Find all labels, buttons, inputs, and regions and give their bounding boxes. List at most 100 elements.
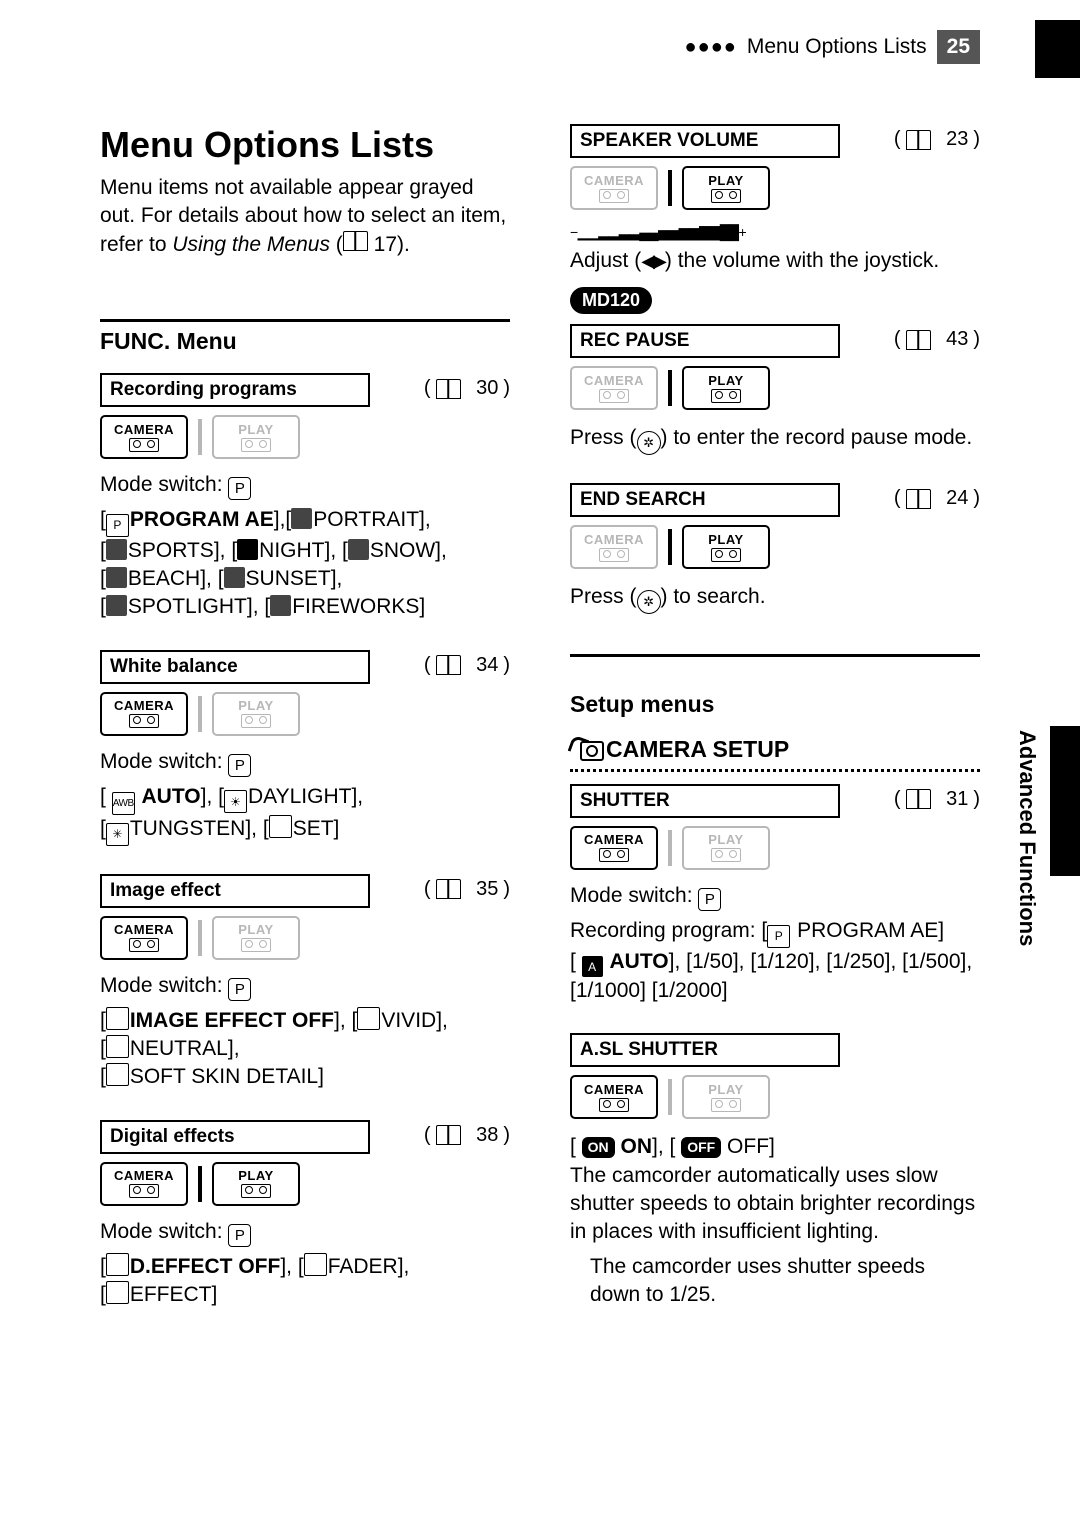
white-balance-options: [ AWB AUTO], [☀DAYLIGHT], [✳TUNGSTEN], […: [100, 783, 510, 846]
portrait-icon: [291, 508, 312, 529]
tape-icon: [599, 189, 629, 203]
set-button-icon: ✲: [637, 431, 661, 455]
camera-play-indicator: CAMERA PLAY: [100, 692, 510, 736]
book-icon: [906, 330, 931, 350]
fader-icon: [304, 1253, 327, 1276]
set-wb-icon: [269, 815, 292, 838]
snow-icon: [348, 539, 369, 560]
end-search-text: Press (✲) to search.: [570, 583, 980, 614]
left-right-arrows-icon: ◀▶: [641, 251, 665, 271]
tape-icon: [241, 1184, 271, 1198]
camera-mode-badge: CAMERA: [570, 826, 658, 870]
shutter-recording-program: Recording program: [P PROGRAM AE]: [570, 917, 980, 948]
intro-text: Menu items not available appear grayed o…: [100, 174, 510, 259]
camera-mode-badge: CAMERA: [570, 1075, 658, 1119]
tape-icon: [241, 938, 271, 952]
book-icon: [343, 231, 368, 251]
black-tab-top: [1035, 20, 1080, 78]
camera-mode-badge: CAMERA: [100, 916, 188, 960]
book-icon: [436, 1125, 461, 1145]
program-ae-icon: P: [767, 925, 790, 948]
rec-pause-page-ref: ( 43): [894, 328, 980, 351]
tape-icon: [241, 438, 271, 452]
mode-switch-line: Mode switch: P: [100, 750, 510, 777]
camera-play-indicator: CAMERA PLAY: [570, 1075, 980, 1119]
auto-icon: A: [582, 956, 603, 977]
tape-icon: [711, 1098, 741, 1112]
deffect-off-icon: [106, 1253, 129, 1276]
p-box-icon: P: [228, 754, 251, 777]
side-label: Advanced Functions: [1014, 730, 1040, 946]
awb-icon: AWB: [112, 792, 135, 815]
play-mode-badge-disabled: PLAY: [682, 826, 770, 870]
tape-icon: [711, 548, 741, 562]
speaker-volume-text: Adjust (◀▶) the volume with the joystick…: [570, 247, 980, 275]
speaker-volume-label: SPEAKER VOLUME: [570, 124, 840, 158]
sports-icon: [106, 539, 127, 560]
book-icon: [436, 879, 461, 899]
camera-mode-badge-disabled: CAMERA: [570, 525, 658, 569]
tape-icon: [129, 438, 159, 452]
tungsten-icon: ✳: [106, 823, 129, 846]
tape-icon: [599, 389, 629, 403]
recording-programs-label: Recording programs: [100, 373, 370, 407]
shutter-options: [ A AUTO], [1/50], [1/120], [1/250], [1/…: [570, 948, 980, 1006]
vivid-icon: [357, 1007, 380, 1030]
play-mode-badge: PLAY: [682, 166, 770, 210]
shutter-page-ref: ( 31): [894, 788, 980, 811]
digital-effects-label: Digital effects: [100, 1120, 370, 1154]
tape-icon: [599, 1098, 629, 1112]
tape-icon: [129, 938, 159, 952]
camera-mode-badge-disabled: CAMERA: [570, 166, 658, 210]
camera-mode-badge: CAMERA: [100, 415, 188, 459]
speaker-volume-page-ref: ( 23): [894, 128, 980, 151]
white-balance-page-ref: ( 34): [424, 654, 510, 677]
asl-shutter-options: [ ON ON], [ OFF OFF]: [570, 1133, 980, 1161]
daylight-icon: ☀: [224, 790, 247, 813]
camera-setup-heading: CAMERA SETUP: [570, 736, 980, 763]
main-title: Menu Options Lists: [100, 124, 510, 166]
camera-play-indicator: CAMERA PLAY: [100, 415, 510, 459]
model-badge: MD120: [570, 287, 652, 314]
header-title: Menu Options Lists: [747, 35, 927, 59]
tape-icon: [599, 848, 629, 862]
effect-icon: [106, 1281, 129, 1304]
shutter-label: SHUTTER: [570, 784, 840, 818]
play-mode-badge-disabled: PLAY: [212, 916, 300, 960]
play-mode-badge-disabled: PLAY: [212, 692, 300, 736]
rec-pause-text: Press (✲) to enter the record pause mode…: [570, 424, 980, 455]
image-effect-options: [IMAGE EFFECT OFF], [VIVID], [NEUTRAL], …: [100, 1007, 510, 1092]
p-box-icon: P: [228, 477, 251, 500]
play-mode-badge: PLAY: [682, 525, 770, 569]
book-icon: [436, 655, 461, 675]
top-header: ●●●● Menu Options Lists 25: [100, 30, 980, 64]
camera-play-indicator: CAMERA PLAY: [570, 366, 980, 410]
camera-mode-badge: CAMERA: [100, 1162, 188, 1206]
on-badge-icon: ON: [582, 1137, 615, 1158]
p-box-icon: P: [228, 978, 251, 1001]
tape-icon: [711, 389, 741, 403]
camera-play-indicator: CAMERA PLAY: [570, 166, 980, 210]
asl-shutter-note: The camcorder uses shutter speeds down t…: [590, 1253, 980, 1310]
recording-programs-page-ref: ( 30): [424, 377, 510, 400]
digital-effects-options: [D.EFFECT OFF], [FADER], [EFFECT]: [100, 1253, 510, 1310]
tape-icon: [129, 1184, 159, 1198]
recording-programs-options: [PPROGRAM AE],[PORTRAIT], [SPORTS], [NIG…: [100, 506, 510, 622]
side-tab: [1050, 726, 1080, 876]
play-mode-badge: PLAY: [212, 1162, 300, 1206]
image-effect-page-ref: ( 35): [424, 878, 510, 901]
asl-shutter-description: The camcorder automatically uses slow sh…: [570, 1162, 980, 1247]
play-mode-badge: PLAY: [682, 366, 770, 410]
asl-shutter-label: A.SL SHUTTER: [570, 1033, 840, 1067]
white-balance-label: White balance: [100, 650, 370, 684]
play-mode-badge-disabled: PLAY: [682, 1075, 770, 1119]
book-icon: [906, 489, 931, 509]
camera-play-indicator: CAMERA PLAY: [570, 826, 980, 870]
setup-menus-heading: Setup menus: [570, 691, 980, 718]
tape-icon: [599, 548, 629, 562]
tape-icon: [711, 189, 741, 203]
image-effect-label: Image effect: [100, 874, 370, 908]
night-icon: [237, 539, 258, 560]
tape-icon: [241, 714, 271, 728]
func-menu-heading: FUNC. Menu: [100, 319, 510, 355]
